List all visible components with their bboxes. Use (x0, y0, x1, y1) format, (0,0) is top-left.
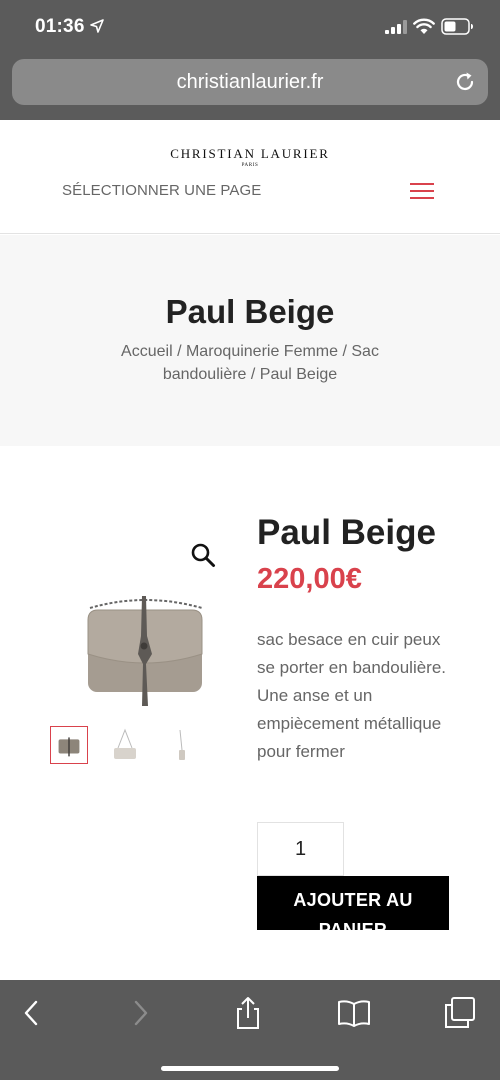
magnifier-icon[interactable] (190, 542, 216, 568)
thumbnail-bag-strap[interactable] (106, 726, 144, 764)
thumbnail-bag-side[interactable] (162, 726, 200, 764)
thumbnail-bag-front[interactable] (50, 726, 88, 764)
page-title: Paul Beige (165, 293, 335, 330)
status-bar: 01:36 (0, 0, 500, 52)
thumbnail-strip (50, 726, 200, 766)
breadcrumb-separator: / (246, 366, 260, 383)
quantity-input[interactable] (257, 822, 344, 876)
site-header: CHRISTIAN LAURIER PARIS SÉLECTIONNER UNE… (0, 120, 500, 234)
chevron-left-icon[interactable] (14, 996, 48, 1030)
wifi-icon (413, 18, 435, 34)
address-bar[interactable]: christianlaurier.fr (12, 59, 488, 105)
breadcrumb-current: Paul Beige (259, 366, 338, 383)
tabs-icon[interactable] (443, 996, 477, 1030)
breadcrumb: Accueil / Maroquinerie Femme / Sac bando… (90, 340, 410, 386)
browser-top-chrome: 01:36 christianlaurier.fr (0, 0, 500, 120)
share-icon[interactable] (231, 996, 265, 1030)
logo-wordmark: CHRISTIAN LAURIER (170, 146, 330, 161)
product-price: 220,00€ (257, 563, 362, 595)
browser-bottom-toolbar (0, 980, 500, 1080)
product-description: sac besace en cuir peux se porter en ban… (257, 630, 447, 761)
product-name: Paul Beige (257, 513, 436, 552)
brand-logo[interactable]: CHRISTIAN LAURIER PARIS (150, 146, 350, 168)
hamburger-icon[interactable] (410, 182, 436, 202)
breadcrumb-category-link[interactable]: Maroquinerie Femme (186, 343, 338, 360)
reload-icon[interactable] (453, 70, 477, 94)
page-select-label[interactable]: SÉLECTIONNER UNE PAGE (62, 182, 261, 199)
breadcrumb-separator: / (172, 343, 186, 360)
logo-subtitle: PARIS (241, 163, 259, 168)
add-to-cart-button[interactable]: AJOUTER AU PANIER (257, 876, 449, 930)
add-to-cart-label: AJOUTER AU PANIER (293, 890, 413, 930)
page-title-band: Paul Beige Accueil / Maroquinerie Femme … (0, 235, 500, 446)
home-indicator (161, 1066, 339, 1071)
url-text[interactable]: christianlaurier.fr (12, 71, 488, 94)
book-icon[interactable] (337, 996, 371, 1030)
product-section: Paul Beige 220,00€ sac besace en cuir pe… (0, 446, 500, 980)
location-arrow-icon (90, 19, 104, 33)
product-main-image[interactable] (80, 594, 210, 714)
breadcrumb-separator: / (338, 343, 352, 360)
status-time: 01:36 (35, 16, 85, 37)
signal-icon (385, 20, 407, 34)
battery-icon (441, 18, 473, 35)
chevron-right-icon[interactable] (124, 996, 158, 1030)
breadcrumb-home-link[interactable]: Accueil (121, 343, 173, 360)
